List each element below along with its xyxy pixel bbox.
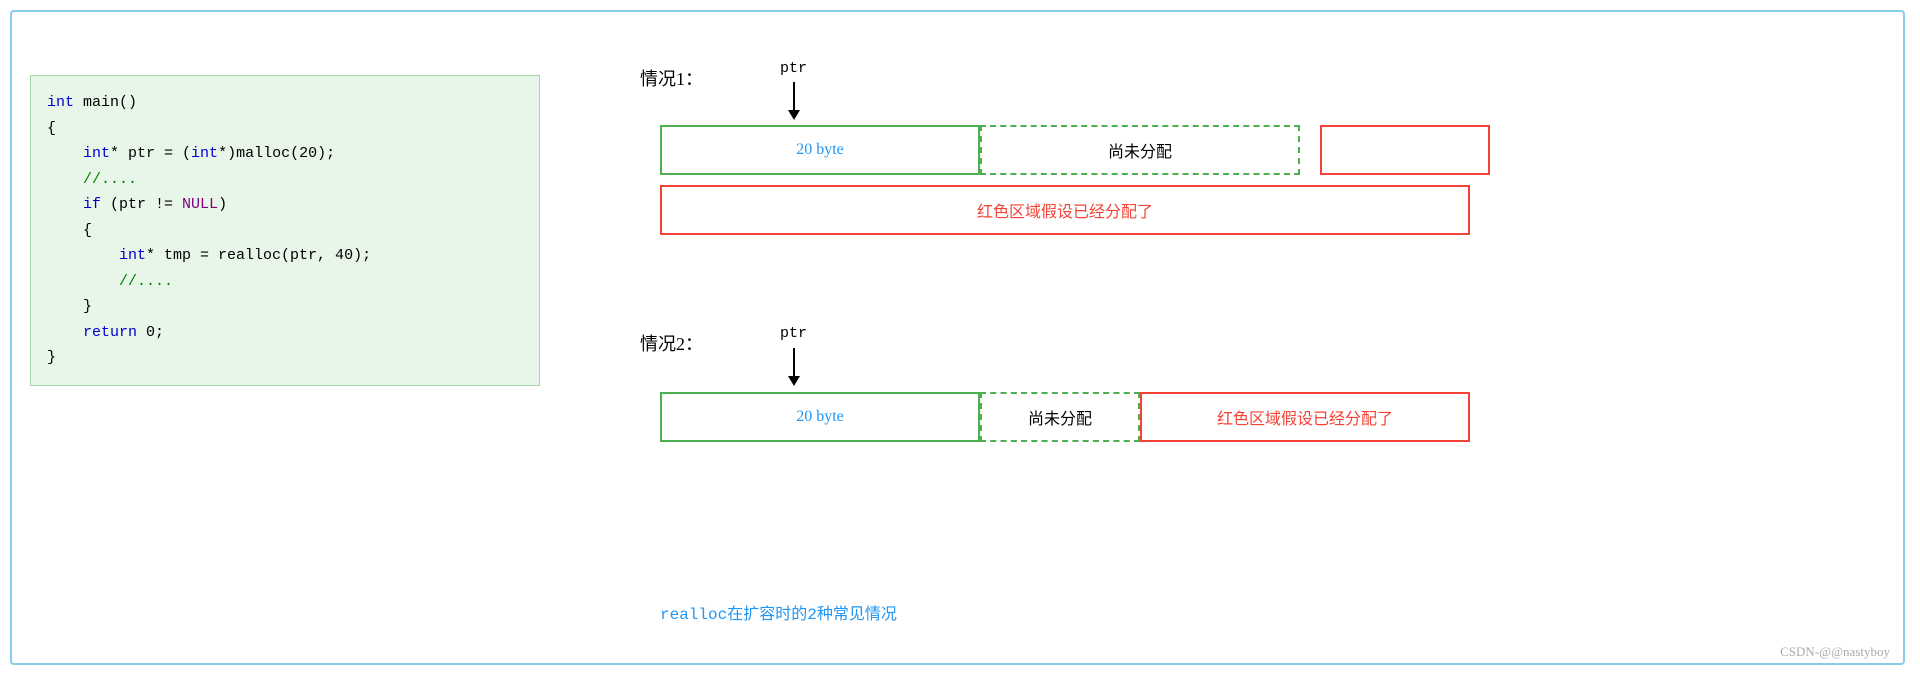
keyword-int2: int	[83, 145, 110, 162]
case1-label: 情况1：	[640, 65, 703, 91]
case1-mem-row: 20 byte 尚未分配	[660, 125, 1490, 175]
code-panel: int main() { int* ptr = (int*)malloc(20)…	[30, 75, 540, 386]
case1-red-bar-label: 红色区域假设已经分配了	[977, 198, 1153, 222]
case2-box3: 红色区域假设已经分配了	[1140, 392, 1470, 442]
code-line-1: int main()	[47, 90, 523, 116]
caption: realloc在扩容时的2种常见情况	[660, 600, 897, 624]
case2-ptr-label: ptr	[780, 325, 807, 342]
case1-gap	[1300, 125, 1320, 175]
code-line-7: int* tmp = realloc(ptr, 40);	[47, 243, 523, 269]
code-line-2: {	[47, 116, 523, 142]
code-line-10: return 0;	[47, 320, 523, 346]
code-line-5: if (ptr != NULL)	[47, 192, 523, 218]
case1-red-bar: 红色区域假设已经分配了	[660, 185, 1470, 235]
keyword-int4: int	[119, 247, 146, 264]
case1-arrow	[788, 82, 800, 120]
code-line-4: //....	[47, 167, 523, 193]
case2-box2: 尚未分配	[980, 392, 1140, 442]
code-line-8: //....	[47, 269, 523, 295]
case2-box1: 20 byte	[660, 392, 980, 442]
case2-arrow	[788, 348, 800, 386]
keyword-int3: int	[191, 145, 218, 162]
keyword-if: if	[83, 196, 101, 213]
case1-box3	[1320, 125, 1490, 175]
case1-box1: 20 byte	[660, 125, 980, 175]
case1-arrow-head	[788, 110, 800, 120]
case1-arrow-shaft	[793, 82, 795, 110]
case2-arrow-head	[788, 376, 800, 386]
case2-label: 情况2：	[640, 330, 703, 356]
case2-mem-row: 20 byte 尚未分配 红色区域假设已经分配了	[660, 392, 1470, 442]
keyword-null: NULL	[182, 196, 218, 213]
keyword-return: return	[83, 324, 137, 341]
case2-arrow-shaft	[793, 348, 795, 376]
case1-box2: 尚未分配	[980, 125, 1300, 175]
watermark: CSDN-@@nastyboy	[1780, 644, 1890, 660]
case1-ptr-label: ptr	[780, 60, 807, 77]
case2-box3-label: 红色区域假设已经分配了	[1217, 405, 1393, 429]
code-line-9: }	[47, 294, 523, 320]
code-line-11: }	[47, 345, 523, 371]
keyword-int: int	[47, 94, 74, 111]
code-line-6: {	[47, 218, 523, 244]
code-line-3: int* ptr = (int*)malloc(20);	[47, 141, 523, 167]
